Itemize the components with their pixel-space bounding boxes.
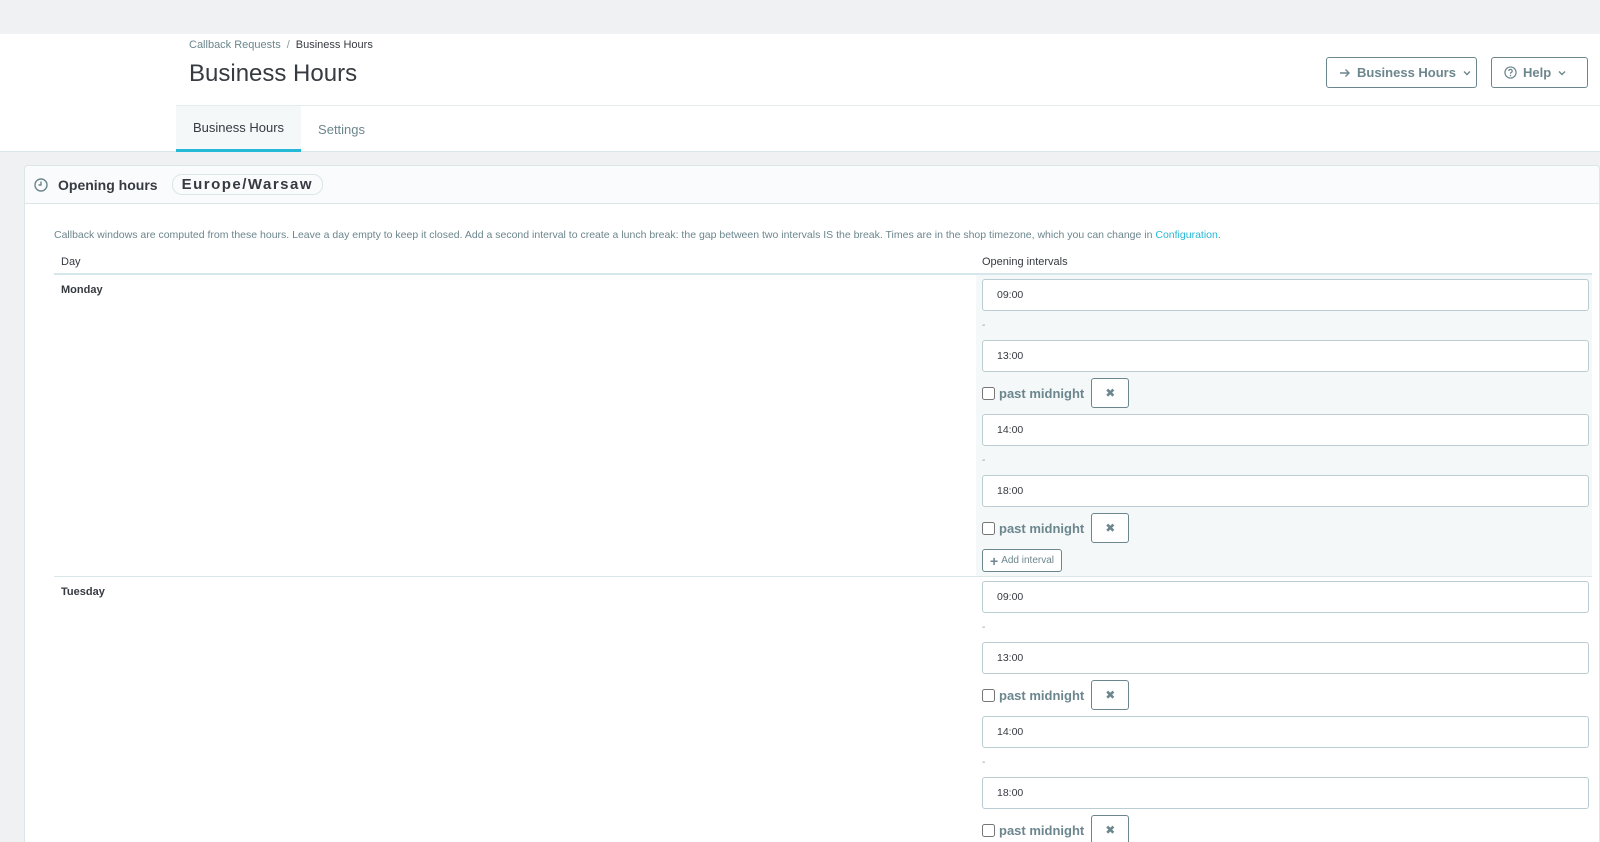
- breadcrumb-separator: /: [286, 39, 290, 51]
- interval-from-input[interactable]: [982, 414, 1589, 446]
- help-text-body: Callback windows are computed from these…: [54, 229, 1156, 241]
- close-icon: ✖: [1105, 521, 1116, 535]
- day-name: Monday: [61, 284, 103, 296]
- help-button[interactable]: Help: [1491, 57, 1588, 88]
- past-midnight-row: past midnight ✖: [982, 809, 1586, 842]
- plus-icon: +: [990, 552, 999, 569]
- business-hours-button-label: Business Hours: [1357, 65, 1456, 80]
- interval-to-input[interactable]: [982, 777, 1589, 809]
- interval-dash: -: [982, 455, 986, 466]
- breadcrumb-parent[interactable]: Callback Requests: [189, 39, 281, 51]
- interval-list: - past midnight ✖ - past midnight ✖: [976, 577, 1592, 842]
- timezone-badge: Europe/Warsaw: [171, 174, 324, 195]
- interval-from-input[interactable]: [982, 279, 1589, 311]
- past-midnight-label: past midnight: [999, 687, 1085, 703]
- past-midnight-checkbox[interactable]: [982, 386, 995, 400]
- past-midnight-row: past midnight ✖: [982, 372, 1586, 414]
- interval-dash: -: [982, 622, 986, 633]
- tab-settings[interactable]: Settings: [301, 106, 382, 152]
- remove-interval-button[interactable]: ✖: [1091, 378, 1130, 408]
- clock-icon: [34, 177, 48, 192]
- card-title: Opening hours: [58, 176, 158, 193]
- remove-interval-button[interactable]: ✖: [1091, 680, 1130, 710]
- remove-interval-button[interactable]: ✖: [1091, 815, 1130, 842]
- help-text: Callback windows are computed from these…: [54, 229, 1221, 241]
- arrow-right-icon: [1340, 68, 1350, 77]
- table-header: Day Opening intervals: [54, 249, 1592, 275]
- configuration-link[interactable]: Configuration: [1155, 229, 1217, 241]
- interval-dash: -: [982, 320, 986, 331]
- remove-interval-button[interactable]: ✖: [1091, 513, 1130, 543]
- interval-to-input[interactable]: [982, 475, 1589, 507]
- add-interval-label: Add interval: [1001, 555, 1054, 566]
- day-row-monday: Monday - past midnight ✖ - past midnight…: [54, 275, 1592, 577]
- column-header-day: Day: [61, 256, 81, 268]
- page-header: Callback Requests / Business Hours Busines…: [0, 34, 1600, 152]
- tab-bar: Business Hours Settings: [176, 105, 1600, 152]
- day-name: Tuesday: [61, 586, 105, 598]
- interval-dash: -: [982, 757, 986, 768]
- interval-list: - past midnight ✖ - past midnight ✖ +Add…: [976, 275, 1592, 576]
- past-midnight-checkbox[interactable]: [982, 688, 995, 702]
- past-midnight-checkbox[interactable]: [982, 521, 995, 535]
- help-text-end: .: [1217, 229, 1221, 241]
- chevron-down-icon: [1463, 70, 1471, 75]
- interval-to-input[interactable]: [982, 642, 1589, 674]
- close-icon: ✖: [1105, 688, 1116, 702]
- add-interval-button[interactable]: + Add interval: [982, 549, 1062, 572]
- past-midnight-label: past midnight: [999, 520, 1085, 536]
- business-hours-button[interactable]: Business Hours: [1326, 57, 1477, 88]
- past-midnight-row: past midnight ✖: [982, 507, 1586, 549]
- column-header-intervals: Opening intervals: [982, 256, 1068, 268]
- opening-hours-card: Opening hours Europe/Warsaw Callback win…: [24, 165, 1600, 842]
- past-midnight-row: past midnight ✖: [982, 674, 1586, 716]
- page-title: Business Hours: [189, 60, 358, 87]
- interval-from-input[interactable]: [982, 716, 1589, 748]
- tab-business-hours[interactable]: Business Hours: [176, 106, 302, 152]
- interval-from-input[interactable]: [982, 581, 1589, 613]
- interval-to-input[interactable]: [982, 340, 1589, 372]
- help-circle-icon: [1504, 66, 1517, 79]
- past-midnight-label: past midnight: [999, 385, 1085, 401]
- past-midnight-checkbox[interactable]: [982, 823, 995, 837]
- breadcrumb: Callback Requests / Business Hours: [189, 39, 373, 51]
- past-midnight-label: past midnight: [999, 822, 1085, 838]
- close-icon: ✖: [1105, 823, 1116, 837]
- chevron-down-icon: [1558, 70, 1566, 75]
- business-hours-table: Day Opening intervals Monday - past midn…: [54, 249, 1592, 842]
- close-icon: ✖: [1105, 386, 1116, 400]
- day-row-tuesday: Tuesday - past midnight ✖ - past midnigh…: [54, 577, 1592, 842]
- help-button-label: Help: [1523, 65, 1552, 80]
- breadcrumb-current: Business Hours: [295, 39, 373, 51]
- card-header: Opening hours Europe/Warsaw: [25, 166, 1599, 204]
